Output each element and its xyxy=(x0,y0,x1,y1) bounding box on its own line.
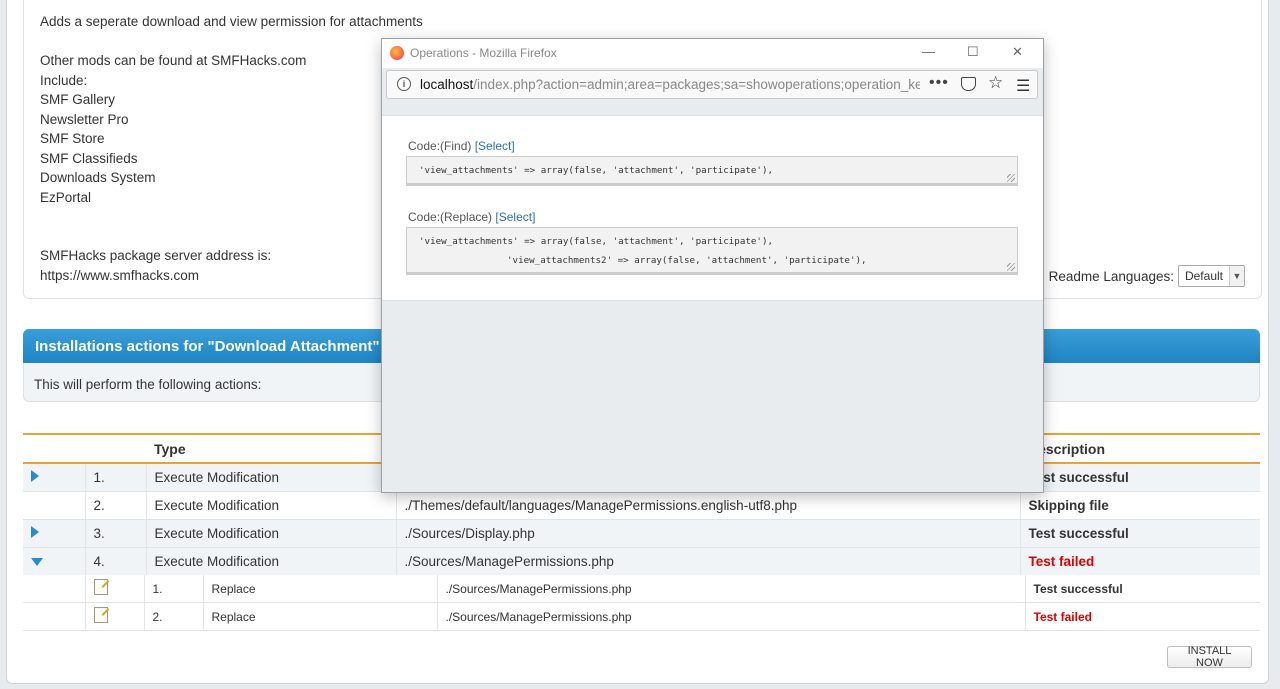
readme-line: https://www.smfhacks.com xyxy=(40,267,200,283)
row-status: Test successful xyxy=(1019,519,1260,548)
row-file: ./Themes/default/languages/ManagePermiss… xyxy=(395,491,1020,520)
firefox-logo-icon xyxy=(390,46,404,60)
readme-line: SMF Classifieds xyxy=(40,150,138,166)
table-row: 4. Execute Modification ./Sources/Manage… xyxy=(23,547,1260,576)
hamburger-menu-icon[interactable]: ☰ xyxy=(1016,76,1030,96)
operations-popup-window: Operations - Mozilla Firefox — ☐ ✕ i loc… xyxy=(381,38,1044,493)
sub-row-number: 1. xyxy=(143,575,203,603)
row-type: Execute Modification xyxy=(145,547,396,576)
row-number: 1. xyxy=(84,463,146,492)
readme-line: Include: xyxy=(40,72,88,88)
replace-code-block[interactable]: 'view_attachments' => array(false, 'atta… xyxy=(406,227,1018,275)
resize-grip-icon[interactable] xyxy=(1007,174,1015,182)
chevron-down-icon: ▼ xyxy=(1229,266,1244,286)
row-type: Execute Modification xyxy=(145,463,396,492)
table-row: 3. Execute Modification ./Sources/Displa… xyxy=(23,519,1260,548)
replace-code-line: 'view_attachments' => array(false, 'atta… xyxy=(419,236,774,247)
sub-row-number: 2. xyxy=(143,602,203,631)
url-path: /index.php?action=admin;area=packages;sa… xyxy=(473,77,920,92)
readme-line: SMF Store xyxy=(40,131,105,146)
row-status: Test successful xyxy=(1019,463,1260,492)
popup-titlebar: Operations - Mozilla Firefox — ☐ ✕ xyxy=(382,39,1043,68)
readme-language-select[interactable]: Default ▼ xyxy=(1177,265,1245,287)
row-status: Test failed xyxy=(1019,547,1260,576)
row-number: 2. xyxy=(84,491,146,520)
row-number: 4. xyxy=(84,547,146,576)
readme-line: EzPortal xyxy=(40,189,92,205)
replace-select-link[interactable]: [Select] xyxy=(495,210,535,224)
popup-window-title: Operations - Mozilla Firefox xyxy=(410,46,557,60)
replace-code-label: Code:(Replace) [Select] xyxy=(408,210,535,224)
readme-line: Newsletter Pro xyxy=(40,111,129,127)
readme-spacer xyxy=(40,207,423,227)
readme-line: Other mods can be found at SMFHacks.com xyxy=(40,53,307,68)
sub-row-file: ./Sources/ManagePermissions.php xyxy=(436,575,1025,603)
edit-file-icon xyxy=(93,607,108,623)
find-label: Code:(Find) xyxy=(408,139,472,153)
readme-spacer xyxy=(40,32,423,52)
install-actions-info-text: This will perform the following actions: xyxy=(34,377,262,392)
replace-code-line: 'view_attachments2' => array(false, 'att… xyxy=(507,255,867,266)
sub-row-file: ./Sources/ManagePermissions.php xyxy=(436,602,1025,631)
row-number: 3. xyxy=(84,519,146,548)
row-file: ./Sources/Display.php xyxy=(395,519,1020,548)
readme-languages-label: Readme Languages: xyxy=(1048,268,1174,284)
minimize-icon[interactable]: — xyxy=(922,44,935,59)
expand-arrow-icon[interactable] xyxy=(31,526,39,538)
find-code-label: Code:(Find) [Select] xyxy=(408,139,515,153)
sub-row-status: Test successful xyxy=(1024,575,1260,603)
sub-row-action: Replace xyxy=(202,575,437,603)
popup-content: Code:(Find) [Select] 'view_attachments' … xyxy=(382,115,1043,301)
site-info-icon[interactable]: i xyxy=(397,77,411,91)
readme-spacer xyxy=(40,227,423,247)
page-actions-icon[interactable]: ••• xyxy=(929,74,949,92)
header-type: Type xyxy=(154,440,186,457)
sub-actions-table: 1. Replace ./Sources/ManagePermissions.p… xyxy=(23,575,1260,631)
find-select-link[interactable]: [Select] xyxy=(475,139,515,153)
readme-line: Downloads System xyxy=(40,170,156,185)
sub-row-action: Replace xyxy=(202,602,437,631)
row-type: Execute Modification xyxy=(145,491,396,520)
replace-label: Code:(Replace) xyxy=(408,210,493,224)
table-row: 2. Execute Modification ./Themes/default… xyxy=(23,491,1260,520)
sub-table-row: 1. Replace ./Sources/ManagePermissions.p… xyxy=(23,575,1260,603)
collapse-arrow-icon[interactable] xyxy=(31,558,43,566)
readme-line: Adds a seperate download and view permis… xyxy=(40,14,423,29)
install-actions-title: Installations actions for "Download Atta… xyxy=(35,338,380,355)
readme-language-picker: Readme Languages: Default ▼ xyxy=(1049,265,1245,287)
install-now-button[interactable]: INSTALL NOW xyxy=(1167,645,1252,669)
readme-text: Adds a seperate download and view permis… xyxy=(40,12,423,285)
url-host: localhost xyxy=(420,77,474,92)
url-text[interactable]: localhost/index.php?action=admin;area=pa… xyxy=(420,77,920,92)
expand-arrow-icon[interactable] xyxy=(31,470,39,482)
header-description: Description xyxy=(1028,440,1106,457)
row-type: Execute Modification xyxy=(145,519,396,548)
sub-row-status: Test failed xyxy=(1024,602,1260,631)
readme-line: SMFHacks package server address is: xyxy=(40,248,272,263)
edit-file-icon xyxy=(93,579,108,595)
find-code-line: 'view_attachments' => array(false, 'atta… xyxy=(419,165,774,176)
readme-language-value: Default xyxy=(1184,269,1223,283)
resize-grip-icon[interactable] xyxy=(1007,263,1015,271)
close-icon[interactable]: ✕ xyxy=(1012,44,1023,60)
pocket-icon[interactable] xyxy=(961,77,976,91)
bookmark-star-icon[interactable]: ☆ xyxy=(988,73,1003,93)
find-code-block[interactable]: 'view_attachments' => array(false, 'atta… xyxy=(406,156,1018,186)
maximize-icon[interactable]: ☐ xyxy=(967,44,979,60)
row-status: Skipping file xyxy=(1019,491,1260,520)
row-file: ./Sources/ManagePermissions.php xyxy=(395,547,1020,576)
readme-line: SMF Gallery xyxy=(40,92,116,107)
address-bar[interactable]: i localhost/index.php?action=admin;area=… xyxy=(386,70,1038,99)
sub-table-row: 2. Replace ./Sources/ManagePermissions.p… xyxy=(23,602,1260,631)
